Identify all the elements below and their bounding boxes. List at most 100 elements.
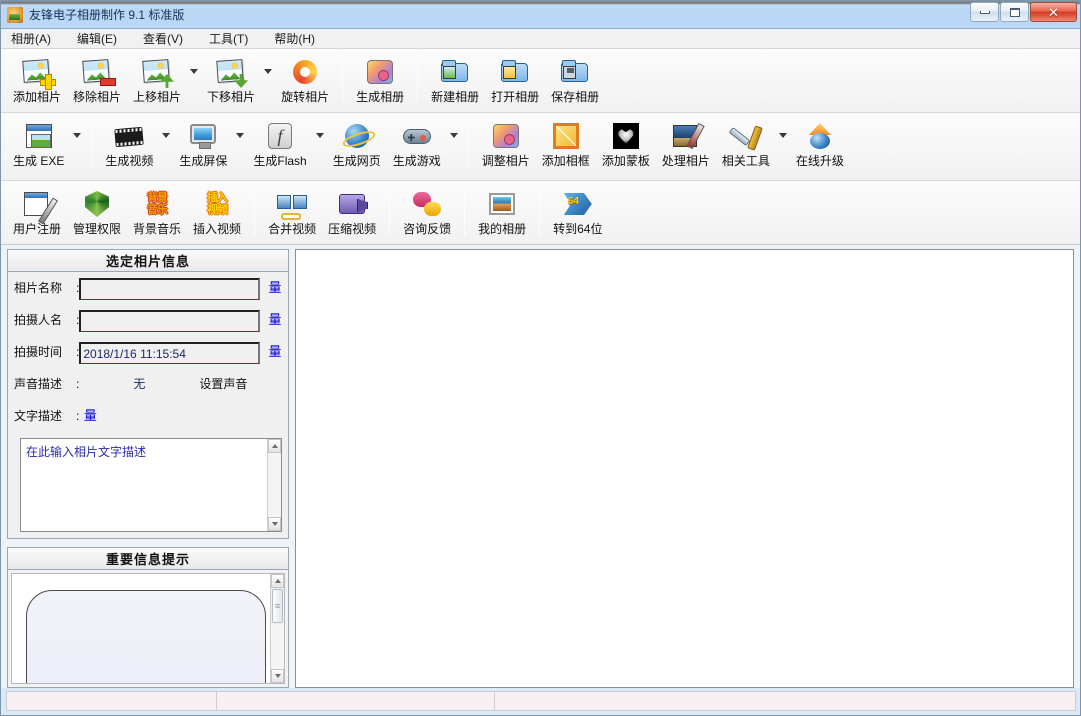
maximize-button[interactable] [1000, 2, 1029, 22]
add-photo-icon [21, 56, 56, 90]
status-bar [6, 691, 1076, 711]
menu-item-tools[interactable]: 工具(T) [207, 28, 258, 49]
toolbar-label: 调整相片 [481, 154, 530, 168]
toolbar-label: 旋转相片 [281, 90, 330, 104]
field-row-description: 文字描述 : 量 [14, 404, 282, 428]
set-sound-button[interactable]: 设置声音 [199, 374, 247, 394]
description-link[interactable]: 量 [83, 406, 97, 426]
video-art-top: 插入 [207, 192, 228, 204]
photo-name-link[interactable]: 量 [268, 278, 282, 298]
toolbar-separator [342, 55, 344, 103]
toolbar-separator [467, 119, 469, 167]
toolbar-button-build-screensaver[interactable]: 生成屏保 [173, 117, 233, 169]
important-tips-title: 重要信息提示 [8, 548, 288, 570]
toolbar-label: 管理权限 [73, 222, 122, 236]
sound-label: 声音描述 [14, 377, 63, 391]
status-cell-3 [495, 692, 1075, 710]
triangle-up-icon [271, 444, 278, 448]
dropdown-build-exe[interactable] [70, 133, 84, 138]
toolbar-button-move-down-photo[interactable]: 下移相片 [201, 53, 261, 105]
photographer-link[interactable]: 量 [268, 310, 282, 330]
toolbar-button-switch-64bit[interactable]: 转到64位 [547, 185, 608, 237]
toolbar-button-build-exe[interactable]: 生成 EXE [7, 117, 70, 169]
close-button[interactable]: ✕ [1030, 2, 1077, 22]
toolbar-button-related-tools[interactable]: 相关工具 [716, 117, 776, 169]
scroll-up-button[interactable] [268, 439, 281, 453]
dropdown-build-screensaver[interactable] [233, 133, 247, 138]
important-tips-body [11, 573, 285, 684]
move-down-photo-icon [215, 56, 247, 88]
add-mask-icon [610, 120, 642, 152]
toolbar-button-new-album[interactable]: 新建相册 [425, 53, 485, 105]
toolbar-label: 相关工具 [721, 154, 770, 168]
toolbar-button-feedback[interactable]: 咨询反馈 [397, 185, 457, 237]
description-label: 文字描述 [14, 409, 63, 423]
toolbar-button-open-album[interactable]: 打开相册 [485, 53, 545, 105]
toolbar-button-insert-video[interactable]: 插入 视频 插入视频 [187, 185, 247, 237]
photographer-label: 拍摄人名 [14, 313, 63, 327]
toolbar-button-background-music[interactable]: 背景 音乐 背景音乐 [127, 185, 187, 237]
shoot-time-input[interactable] [79, 342, 260, 364]
toolbar-button-online-upgrade[interactable]: 在线升级 [790, 117, 850, 169]
photographer-input[interactable] [79, 310, 260, 332]
description-scrollbar[interactable] [267, 439, 281, 531]
toolbar-separator [417, 55, 419, 103]
toolbar-row-output: 生成 EXE 生成视频 生成屏保 生成Flash 生成网页 [1, 113, 1080, 181]
toolbar-button-build-album[interactable]: 生成相册 [350, 53, 410, 105]
compress-video-icon [336, 188, 368, 220]
dropdown-related-tools[interactable] [776, 133, 790, 138]
dropdown-move-down-photo[interactable] [261, 69, 275, 74]
toolbar-button-user-register[interactable]: 用户注册 [7, 185, 67, 237]
toolbar-button-manage-permission[interactable]: 管理权限 [67, 185, 127, 237]
tips-scrollbar[interactable] [270, 574, 284, 683]
toolbar-button-adjust-photo[interactable]: 调整相片 [476, 117, 536, 169]
toolbar-label: 上移相片 [133, 90, 182, 104]
toolbar-button-remove-photo[interactable]: 移除相片 [67, 53, 127, 105]
toolbar-button-add-mask[interactable]: 添加蒙板 [596, 117, 656, 169]
toolbar-button-rotate-photo[interactable]: 旋转相片 [275, 53, 335, 105]
photo-name-input[interactable] [79, 278, 260, 300]
chevron-down-icon [236, 133, 245, 138]
toolbar-label: 生成相册 [356, 90, 405, 104]
toolbar-label: 保存相册 [551, 90, 600, 104]
menu-item-edit[interactable]: 编辑(E) [75, 28, 127, 49]
dropdown-build-game[interactable] [447, 133, 461, 138]
tips-scroll-track[interactable] [271, 624, 284, 669]
shoot-time-link[interactable]: 量 [268, 342, 282, 362]
colon: : [76, 409, 80, 423]
toolbar-label: 咨询反馈 [403, 222, 452, 236]
toolbar-button-process-photo[interactable]: 处理相片 [656, 117, 716, 169]
photo-workspace[interactable] [295, 249, 1074, 688]
dropdown-build-flash[interactable] [313, 133, 327, 138]
description-textarea-wrap: 在此输入相片文字描述 [20, 438, 282, 532]
menu-item-help[interactable]: 帮助(H) [272, 28, 325, 49]
tips-scroll-thumb[interactable] [272, 589, 283, 623]
toolbar-button-compress-video[interactable]: 压缩视频 [322, 185, 382, 237]
dropdown-build-video[interactable] [159, 133, 173, 138]
toolbar-button-build-game[interactable]: 生成游戏 [387, 117, 447, 169]
toolbar-button-my-album[interactable]: 我的相册 [472, 185, 532, 237]
switch-64bit-icon [562, 188, 594, 220]
tips-scroll-down-button[interactable] [271, 669, 284, 683]
user-register-icon [21, 188, 53, 220]
shoot-time-label: 拍摄时间 [14, 345, 63, 359]
menu-item-view[interactable]: 查看(V) [141, 28, 193, 49]
toolbar-button-merge-video[interactable]: 合并视频 [262, 185, 322, 237]
chevron-down-icon [778, 133, 787, 138]
toolbar-button-move-up-photo[interactable]: 上移相片 [127, 53, 187, 105]
toolbar-button-add-frame[interactable]: 添加相框 [536, 117, 596, 169]
dropdown-move-up-photo[interactable] [187, 69, 201, 74]
minimize-button[interactable] [970, 2, 999, 22]
tips-scroll-up-button[interactable] [271, 574, 284, 588]
toolbar-label: 下移相片 [207, 90, 256, 104]
toolbar-button-build-video[interactable]: 生成视频 [99, 117, 159, 169]
toolbar-button-add-photo[interactable]: 添加相片 [7, 53, 67, 105]
toolbar-button-build-flash[interactable]: 生成Flash [247, 117, 312, 169]
description-textarea[interactable]: 在此输入相片文字描述 [21, 439, 267, 531]
scroll-track[interactable] [268, 453, 281, 517]
toolbar-button-build-webpage[interactable]: 生成网页 [327, 117, 387, 169]
merge-video-icon [276, 188, 308, 220]
menu-item-album[interactable]: 相册(A) [9, 28, 61, 49]
scroll-down-button[interactable] [268, 517, 281, 531]
toolbar-button-save-album[interactable]: 保存相册 [545, 53, 605, 105]
